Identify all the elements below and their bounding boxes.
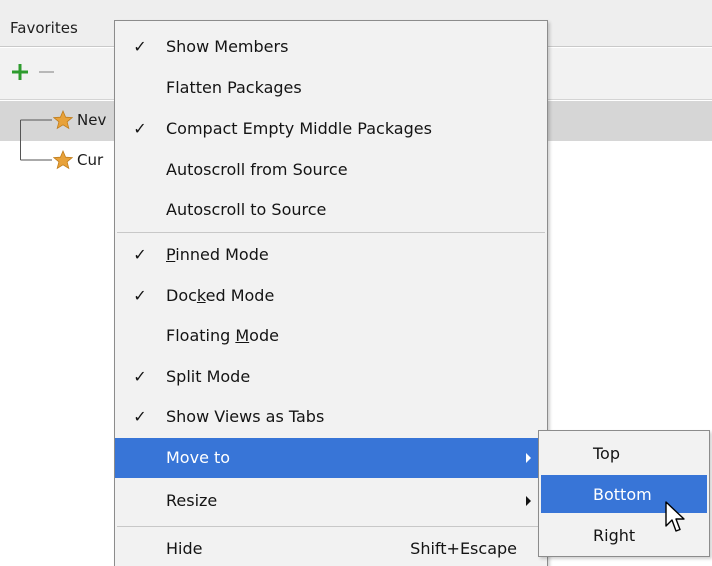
menu-item-move-to[interactable]: Move to <box>115 438 547 478</box>
tree-item[interactable]: Nev <box>53 110 106 130</box>
menu-item-split-mode[interactable]: ✓ Split Mode <box>115 357 547 397</box>
menu-item-shortcut: Shift+Escape <box>410 539 517 558</box>
submenu-item-label: Right <box>593 526 636 545</box>
plus-icon <box>12 64 28 80</box>
menu-item-show-views-as-tabs[interactable]: ✓ Show Views as Tabs <box>115 397 547 437</box>
star-icon <box>53 110 73 130</box>
menu-item-compact-empty-middle-packages[interactable]: ✓ Compact Empty Middle Packages <box>115 109 547 149</box>
menu-item-label: Autoscroll to Source <box>166 200 327 219</box>
menu-item-autoscroll-from-source[interactable]: Autoscroll from Source <box>115 150 547 190</box>
submenu-item-label: Top <box>593 444 620 463</box>
menu-item-label: Show Members <box>166 37 289 56</box>
menu-item-label: Resize <box>166 491 218 510</box>
submenu-arrow-icon <box>526 453 531 463</box>
check-icon: ✓ <box>133 407 147 426</box>
mnemonic-letter: k <box>196 286 206 305</box>
menu-item-label: Hide <box>166 539 203 558</box>
minus-icon <box>39 71 54 73</box>
menu-item-label: Compact Empty Middle Packages <box>166 119 432 138</box>
mnemonic-letter: P <box>166 245 176 264</box>
tool-window-title: Favorites <box>10 19 78 37</box>
menu-item-label: Move to <box>166 448 231 467</box>
tree-item[interactable]: Cur <box>53 150 103 170</box>
menu-item-docked-mode[interactable]: ✓ Docked Mode <box>115 276 547 316</box>
mouse-pointer-icon <box>665 501 685 532</box>
check-icon: ✓ <box>133 367 147 386</box>
tree-item-label: Cur <box>77 151 104 169</box>
menu-item-show-members[interactable]: ✓ Show Members <box>115 27 547 67</box>
check-icon: ✓ <box>133 119 147 138</box>
menu-item-label: Pinned Mode <box>166 245 269 264</box>
menu-item-label: Flatten Packages <box>166 78 302 97</box>
check-icon: ✓ <box>133 245 147 264</box>
menu-item-label: Docked Mode <box>166 286 275 305</box>
menu-item-flatten-packages[interactable]: Flatten Packages <box>115 68 547 108</box>
menu-item-pinned-mode[interactable]: ✓ Pinned Mode <box>115 235 547 275</box>
menu-item-autoscroll-to-source[interactable]: Autoscroll to Source <box>115 190 547 230</box>
submenu-item-label: Bottom <box>593 485 652 504</box>
menu-item-hide[interactable]: Hide Shift+Escape <box>115 529 547 566</box>
menu-separator <box>117 232 545 233</box>
menu-item-label: Autoscroll from Source <box>166 160 348 179</box>
star-icon <box>53 150 73 170</box>
tree-connector-lines <box>20 119 52 161</box>
check-icon: ✓ <box>133 37 147 56</box>
submenu-item-top[interactable]: Top <box>541 434 707 472</box>
menu-separator <box>117 526 545 527</box>
check-icon: ✓ <box>133 286 147 305</box>
menu-item-floating-mode[interactable]: Floating Mode <box>115 316 547 356</box>
remove-button[interactable] <box>34 58 58 86</box>
mnemonic-letter: M <box>235 326 250 345</box>
menu-item-label: Show Views as Tabs <box>166 407 325 426</box>
menu-item-resize[interactable]: Resize <box>115 481 547 521</box>
context-menu: ✓ Show Members Flatten Packages ✓ Compac… <box>114 20 548 566</box>
add-button[interactable] <box>8 58 32 86</box>
menu-item-label: Floating Mode <box>166 326 279 345</box>
submenu-arrow-icon <box>526 496 531 506</box>
tree-item-label: Nev <box>77 111 107 129</box>
move-to-submenu: Top Bottom Right <box>538 430 710 557</box>
menu-item-label: Split Mode <box>166 367 251 386</box>
